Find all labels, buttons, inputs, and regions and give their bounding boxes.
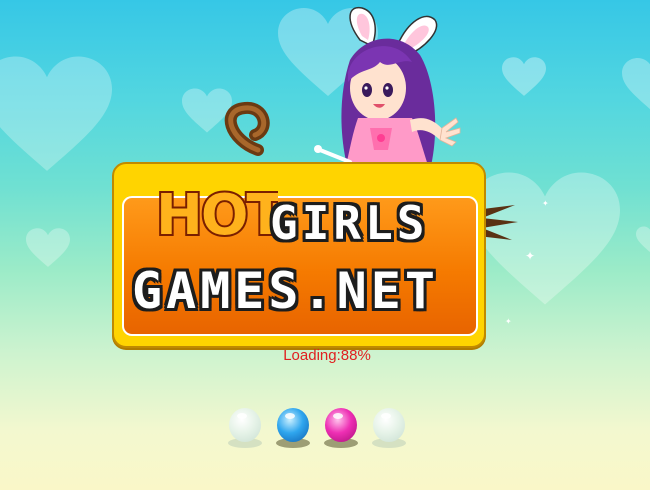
progress-orb: [372, 408, 406, 448]
background-heart-icon: [26, 228, 70, 267]
progress-orb: [324, 408, 358, 448]
progress-orb: [228, 408, 262, 448]
logo-line-games-net: GAMES.NET: [132, 262, 439, 320]
background-heart-icon: [636, 226, 650, 253]
progress-orb: [276, 408, 310, 448]
loading-progress-text: Loading:88%: [283, 347, 371, 364]
background-heart-icon: [622, 58, 650, 110]
sparkle-icon: ✦: [505, 317, 512, 326]
background-heart-icon: [0, 56, 112, 171]
sparkle-icon: ✦: [542, 199, 549, 208]
logo-hot-text: HOT: [156, 183, 278, 246]
loading-screen: ✦ ✦ ✦ ✦: [0, 0, 650, 490]
sparkle-icon: ✦: [525, 249, 536, 263]
logo-hot-badge: HOT: [154, 181, 278, 246]
logo-line-girls: GIRLS: [270, 196, 429, 250]
